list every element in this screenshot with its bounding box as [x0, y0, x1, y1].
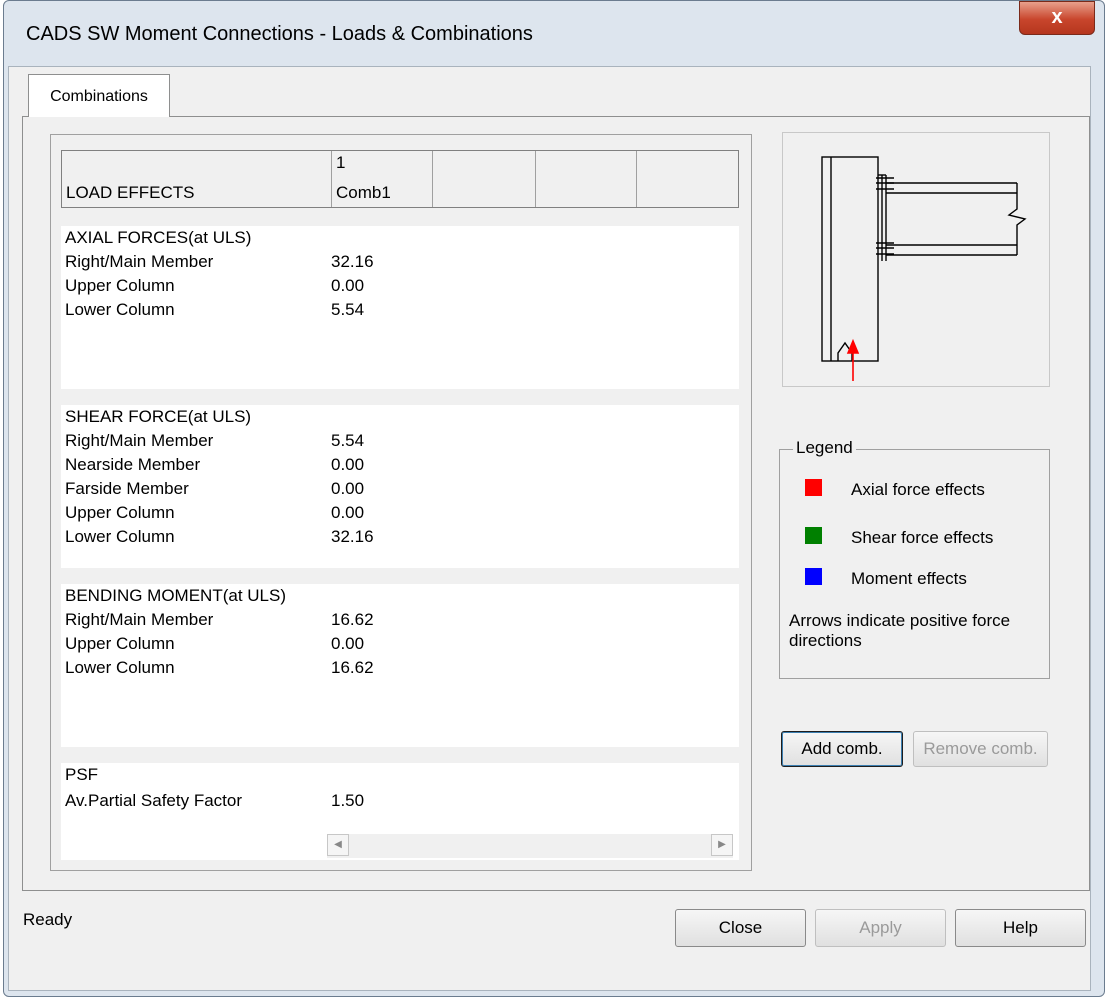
header-empty-col	[433, 151, 536, 207]
close-button[interactable]: Close	[675, 909, 806, 947]
shear-color-swatch	[805, 527, 822, 544]
row-label: Right/Main Member	[65, 610, 214, 629]
row-label: Upper Column	[65, 634, 175, 653]
header-comb1[interactable]: 1 Comb1	[332, 151, 433, 207]
legend-item-shear: Shear force effects	[851, 528, 994, 547]
apply-button[interactable]: Apply	[815, 909, 946, 947]
cell-value[interactable]: 16.62	[331, 658, 374, 678]
header-empty-col	[536, 151, 637, 207]
row-label: Lower Column	[65, 658, 175, 677]
help-button[interactable]: Help	[955, 909, 1086, 947]
add-comb-label: Add comb.	[801, 739, 883, 758]
legend-item-axial: Axial force effects	[851, 480, 985, 499]
cell-value[interactable]: 0.00	[331, 479, 364, 499]
header-comb1-name: Comb1	[336, 183, 391, 202]
horizontal-scrollbar[interactable]: ◀ ▶	[327, 834, 733, 858]
remove-comb-label: Remove comb.	[923, 739, 1038, 758]
status-text: Ready	[23, 910, 73, 929]
cell-value[interactable]: 0.00	[331, 503, 364, 523]
cell-value[interactable]: 16.62	[331, 610, 374, 630]
cell-value[interactable]: 0.00	[331, 634, 364, 654]
row-label: Av.Partial Safety Factor	[65, 791, 242, 810]
close-window-button[interactable]: x	[1019, 1, 1095, 35]
cell-value[interactable]: 0.00	[331, 276, 364, 296]
scroll-left-icon[interactable]: ◀	[327, 834, 349, 856]
section-title: BENDING MOMENT(at ULS)	[65, 586, 287, 605]
section-title: PSF	[65, 765, 99, 784]
section-title: SHEAR FORCE(at ULS)	[65, 407, 252, 426]
scroll-right-icon[interactable]: ▶	[711, 834, 733, 856]
add-comb-button[interactable]: Add comb.	[781, 731, 903, 767]
title-bar: CADS SW Moment Connections - Loads & Com…	[4, 1, 1104, 67]
apply-label: Apply	[859, 918, 902, 937]
axial-color-swatch	[805, 479, 822, 496]
section-bending-moment: BENDING MOMENT(at ULS) Right/Main Member…	[61, 584, 739, 747]
cell-value[interactable]: 0.00	[331, 455, 364, 475]
header-empty-col	[637, 151, 738, 207]
grid-header: LOAD EFFECTS 1 Comb1	[61, 150, 739, 208]
cell-value[interactable]: 5.54	[331, 300, 364, 320]
row-label: Lower Column	[65, 527, 175, 546]
tab-combinations[interactable]: Combinations	[28, 74, 170, 117]
section-shear-force: SHEAR FORCE(at ULS) Right/Main Member 5.…	[61, 405, 739, 568]
row-label: Upper Column	[65, 276, 175, 295]
row-label: Farside Member	[65, 479, 189, 498]
legend-item-moment: Moment effects	[851, 569, 967, 588]
header-comb1-number: 1	[336, 153, 346, 172]
cell-value[interactable]: 32.16	[331, 527, 374, 547]
header-load-effects: LOAD EFFECTS	[62, 151, 332, 207]
row-label: Upper Column	[65, 503, 175, 522]
cell-value[interactable]: 1.50	[331, 791, 364, 811]
row-label: Right/Main Member	[65, 431, 214, 450]
connection-diagram	[782, 132, 1050, 387]
cell-value[interactable]: 5.54	[331, 431, 364, 451]
moment-connection-diagram-icon	[821, 156, 1027, 381]
close-label: Close	[718, 918, 763, 937]
legend-title: Legend	[793, 438, 856, 458]
window-title: CADS SW Moment Connections - Loads & Com…	[26, 23, 533, 45]
help-label: Help	[1003, 918, 1038, 937]
moment-color-swatch	[805, 568, 822, 585]
row-label: Nearside Member	[65, 455, 201, 474]
row-label: Right/Main Member	[65, 252, 214, 271]
row-label: Lower Column	[65, 300, 175, 319]
remove-comb-button[interactable]: Remove comb.	[913, 731, 1048, 767]
header-load-effects-label: LOAD EFFECTS	[66, 183, 195, 202]
legend-note: Arrows indicate positive force direction…	[789, 611, 1011, 650]
section-axial-forces: AXIAL FORCES(at ULS) Right/Main Member 3…	[61, 226, 739, 389]
section-title: AXIAL FORCES(at ULS)	[65, 228, 252, 247]
cell-value[interactable]: 32.16	[331, 252, 374, 272]
